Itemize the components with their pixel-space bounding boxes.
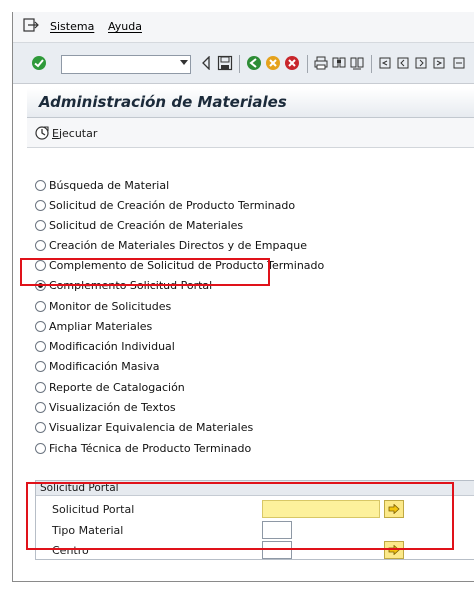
toolbar-separator xyxy=(239,55,240,73)
radio-creacion-materiales-directos[interactable]: Creación de Materiales Directos y de Emp… xyxy=(35,236,307,254)
radio-label: Ficha Técnica de Producto Terminado xyxy=(49,441,252,455)
radio-button[interactable] xyxy=(35,360,46,372)
toolbar-separator xyxy=(307,55,308,73)
radio-modificacion-masiva[interactable]: Modificación Masiva xyxy=(35,357,160,375)
last-page-icon[interactable] xyxy=(431,55,447,71)
radio-button[interactable] xyxy=(35,442,46,454)
radio-button[interactable] xyxy=(35,421,46,433)
print-icon[interactable] xyxy=(313,55,329,71)
radio-button[interactable] xyxy=(35,239,46,251)
exit-icon[interactable] xyxy=(265,55,281,71)
execute-label: Ejecutar xyxy=(52,127,97,140)
back-icon[interactable] xyxy=(201,56,211,70)
radio-visualizar-equivalencia[interactable]: Visualizar Equivalencia de Materiales xyxy=(35,418,253,436)
page-title: Administración de Materiales xyxy=(39,93,287,111)
first-page-icon[interactable] xyxy=(377,55,393,71)
radio-button[interactable] xyxy=(35,401,46,413)
radio-button[interactable] xyxy=(35,381,46,393)
radio-label: Creación de Materiales Directos y de Emp… xyxy=(49,238,307,252)
back-green-icon[interactable] xyxy=(246,55,262,71)
radio-label: Solicitud de Creación de Producto Termin… xyxy=(49,198,296,212)
execute-label-rest: jecutar xyxy=(58,126,98,140)
radio-label: Modificación Individual xyxy=(49,339,175,353)
radio-button[interactable] xyxy=(35,179,46,191)
radio-ampliar-materiales[interactable]: Ampliar Materiales xyxy=(35,317,152,335)
radio-button[interactable] xyxy=(35,199,46,211)
save-icon[interactable] xyxy=(217,55,233,71)
highlight-selected-option xyxy=(20,258,270,286)
radio-solicitud-creacion-producto-terminado[interactable]: Solicitud de Creación de Producto Termin… xyxy=(35,196,295,214)
radio-busqueda-material[interactable]: Búsqueda de Material xyxy=(35,176,169,194)
radio-solicitud-creacion-materiales[interactable]: Solicitud de Creación de Materiales xyxy=(35,216,243,234)
radio-label: Modificación Masiva xyxy=(49,359,160,373)
find-next-icon[interactable] xyxy=(349,55,365,71)
standard-toolbar xyxy=(13,42,474,84)
radio-label: Visualización de Textos xyxy=(49,400,176,414)
radio-reporte-catalogacion[interactable]: Reporte de Catalogación xyxy=(35,378,185,396)
prev-page-icon[interactable] xyxy=(395,55,411,71)
radio-button[interactable] xyxy=(35,320,46,332)
execute-button[interactable]: Ejecutar xyxy=(35,124,97,142)
radio-label: Monitor de Solicitudes xyxy=(49,299,172,313)
overflow-icon[interactable] xyxy=(451,55,467,71)
radio-label: Visualizar Equivalencia de Materiales xyxy=(49,420,254,434)
radio-ficha-tecnica[interactable]: Ficha Técnica de Producto Terminado xyxy=(35,439,251,457)
radio-label: Solicitud de Creación de Materiales xyxy=(49,218,244,232)
toolbar-separator xyxy=(371,55,372,73)
radio-label: Reporte de Catalogación xyxy=(49,380,185,394)
radio-button[interactable] xyxy=(35,219,46,231)
radio-modificacion-individual[interactable]: Modificación Individual xyxy=(35,337,175,355)
menu-exit-icon[interactable] xyxy=(23,18,39,32)
execute-icon xyxy=(35,126,49,140)
command-field[interactable] xyxy=(61,55,191,74)
cancel-icon[interactable] xyxy=(284,55,300,71)
menu-item-ayuda[interactable]: Ayuda xyxy=(108,20,142,33)
menu-bar: Sistema Ayuda xyxy=(13,12,474,42)
next-page-icon[interactable] xyxy=(413,55,429,71)
find-icon[interactable] xyxy=(331,55,347,71)
radio-label: Ampliar Materiales xyxy=(49,319,153,333)
execute-hotkey: E xyxy=(52,126,59,140)
menu-item-sistema[interactable]: Sistema xyxy=(50,20,94,33)
radio-button[interactable] xyxy=(35,300,46,312)
application-toolbar: Ejecutar xyxy=(27,118,474,148)
chevron-down-icon[interactable] xyxy=(180,60,188,65)
radio-label: Búsqueda de Material xyxy=(49,178,170,192)
radio-monitor-solicitudes[interactable]: Monitor de Solicitudes xyxy=(35,297,171,315)
enter-icon[interactable] xyxy=(31,55,47,71)
radio-visualizacion-textos[interactable]: Visualización de Textos xyxy=(35,398,176,416)
title-bar: Administración de Materiales xyxy=(27,88,474,118)
radio-button[interactable] xyxy=(35,340,46,352)
highlight-group-fields xyxy=(26,482,454,550)
